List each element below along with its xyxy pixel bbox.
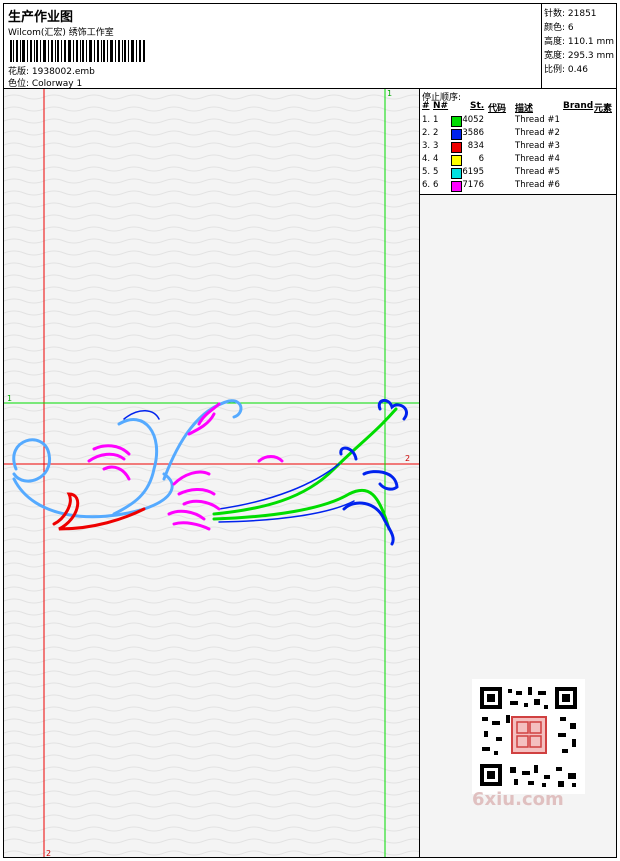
row-description: Thread #6	[515, 180, 560, 190]
embroidery-preview	[4, 89, 419, 857]
col-num: #	[422, 101, 430, 111]
thread-color-swatch	[451, 181, 462, 192]
col-code: 代码	[488, 104, 507, 114]
row-needle: 2	[433, 128, 439, 138]
row-index: 3.	[422, 141, 431, 151]
row-description: Thread #5	[515, 167, 560, 177]
row-needle: 5	[433, 167, 439, 177]
barcode-image	[10, 40, 145, 62]
row-index: 6.	[422, 180, 431, 190]
row-index: 2.	[422, 128, 431, 138]
design-scale: 比例: 0.46	[544, 65, 588, 75]
row-description: Thread #1	[515, 115, 560, 125]
guide-label-h1: 1	[7, 394, 13, 403]
row-description: Thread #3	[515, 141, 560, 151]
qr-code-image	[472, 679, 585, 794]
thread-color-swatch	[451, 116, 462, 127]
row-description: Thread #2	[515, 128, 560, 138]
stop-sequence-table: 停止顺序: # N# St. 代码 描述 Brand 元素 1. 1 4052 Thr…	[420, 89, 616, 195]
col-element: 元素	[594, 104, 613, 114]
canvas-texture	[4, 89, 419, 857]
row-needle: 3	[433, 141, 439, 151]
stats-panel: 针数: 21851 颜色: 6 高度: 110.1 mm 宽度: 295.3 m…	[541, 4, 617, 89]
page-title: 生产作业图	[8, 10, 74, 25]
row-needle: 1	[433, 115, 439, 125]
design-height: 高度: 110.1 mm	[544, 37, 615, 47]
design-width: 宽度: 295.3 mm	[544, 51, 615, 61]
header: 生产作业图 Wilcom(汇宏) 绣饰工作室 花版: 1938002.emb 色…	[4, 4, 541, 89]
row-needle: 4	[433, 154, 439, 164]
studio-name: Wilcom(汇宏) 绣饰工作室	[8, 28, 114, 38]
guide-label-v1: 1	[387, 89, 393, 98]
thread-color-swatch	[451, 155, 462, 166]
row-description: Thread #4	[515, 154, 560, 164]
guide-label-h2: 2	[405, 454, 411, 463]
thread-row: 5. 5 6195 Thread #5	[420, 167, 616, 179]
thread-color-swatch	[451, 129, 462, 140]
thread-row: 4. 4 6 Thread #4	[420, 154, 616, 166]
thread-row: 6. 6 7176 Thread #6	[420, 180, 616, 192]
thread-color-swatch	[451, 142, 462, 153]
thread-row: 3. 3 834 Thread #3	[420, 141, 616, 153]
col-brand: Brand	[563, 101, 594, 111]
col-st: St.	[470, 101, 485, 111]
row-index: 4.	[422, 154, 431, 164]
design-canvas: 1 1 2 2	[4, 89, 420, 857]
col-desc: 描述	[515, 104, 534, 114]
row-index: 5.	[422, 167, 431, 177]
color-count: 颜色: 6	[544, 23, 574, 33]
thread-row: 2. 2 3586 Thread #2	[420, 128, 616, 140]
thread-row: 1. 1 4052 Thread #1	[420, 115, 616, 127]
thread-color-swatch	[451, 168, 462, 179]
stitch-count: 针数: 21851	[544, 9, 597, 19]
guide-label-v2: 2	[46, 849, 52, 857]
colorway-label: 色位: Colorway 1	[8, 79, 83, 89]
col-n: N#	[433, 101, 449, 111]
side-panel: 停止顺序: # N# St. 代码 描述 Brand 元素 1. 1 4052 Thr…	[420, 89, 616, 857]
row-index: 1.	[422, 115, 431, 125]
watermark-text: 6xiu.com	[472, 789, 564, 810]
row-needle: 6	[433, 180, 439, 190]
